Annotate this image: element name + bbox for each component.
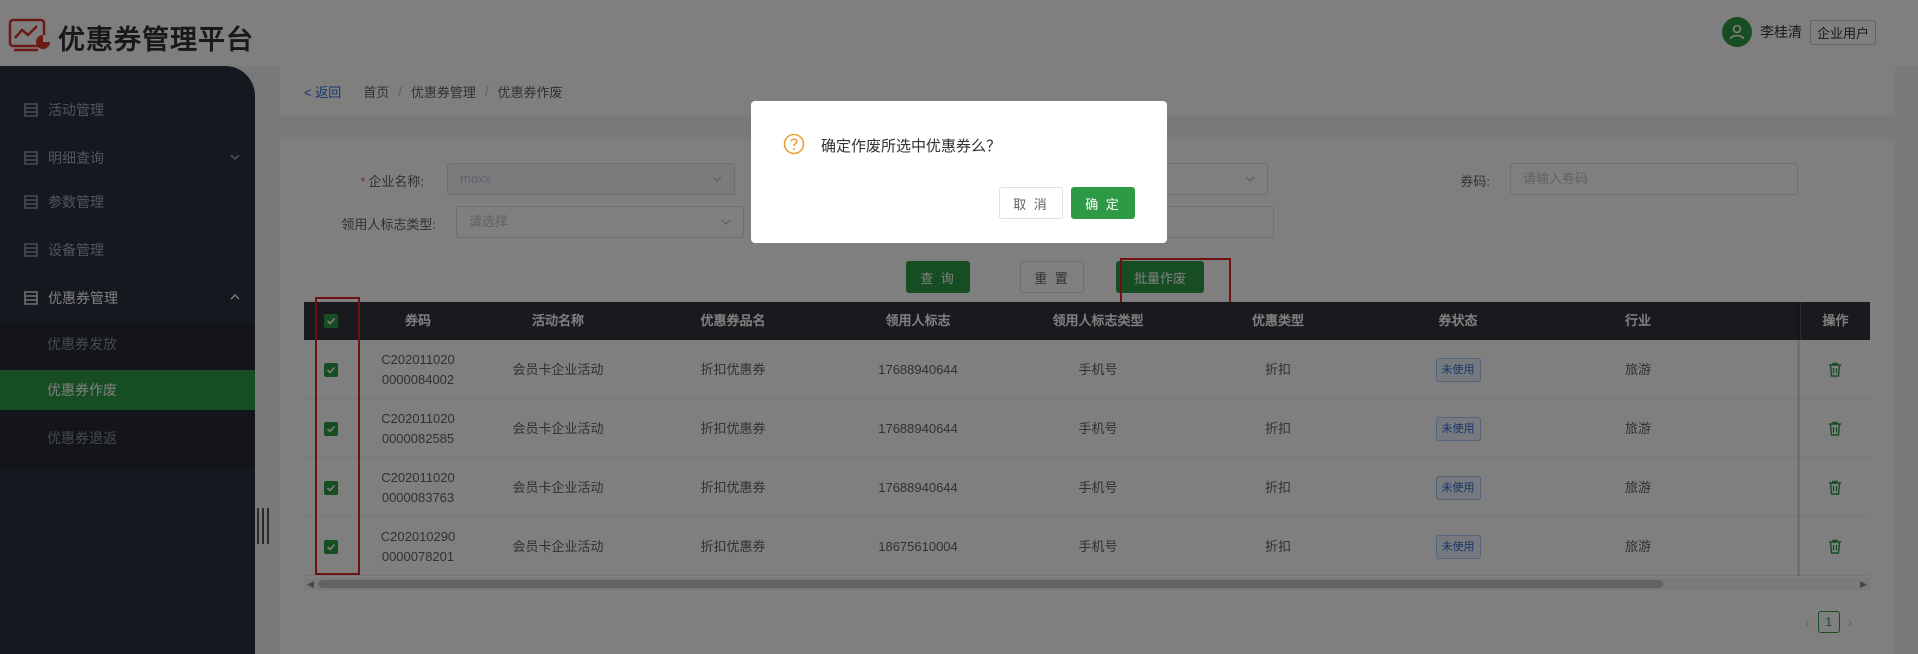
confirm-button[interactable]: 确 定	[1071, 187, 1135, 219]
cancel-button[interactable]: 取 消	[999, 187, 1063, 219]
dialog-message: 确定作废所选中优惠券么？	[821, 138, 1002, 155]
confirm-dialog: 确定作废所选中优惠券么？ 取 消 确 定	[751, 101, 1167, 243]
modal-overlay[interactable]	[0, 0, 1918, 654]
question-circle-icon	[783, 133, 805, 155]
